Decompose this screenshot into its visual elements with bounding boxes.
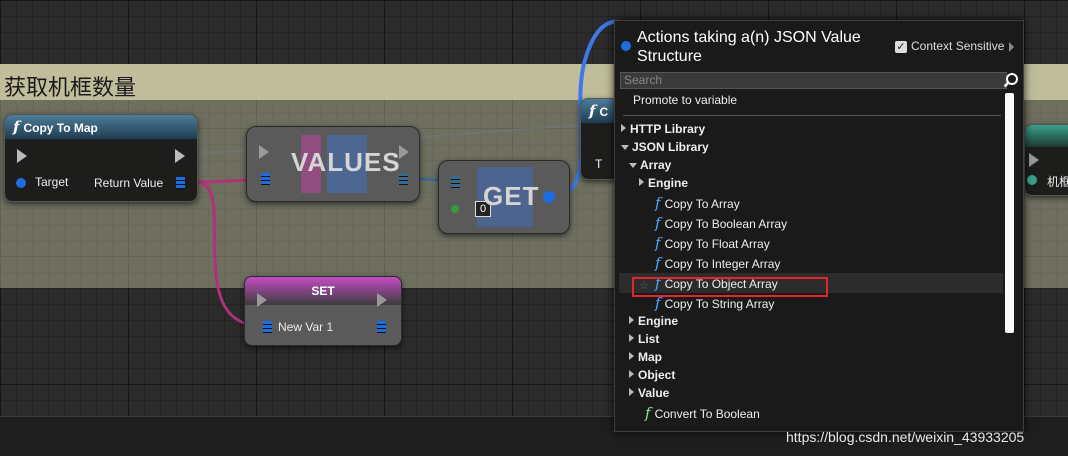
target-pin[interactable]	[16, 178, 26, 188]
function-icon: f	[589, 102, 596, 120]
tree-array[interactable]: Array	[629, 158, 671, 172]
tree-map[interactable]: Map	[629, 350, 662, 364]
function-icon: f	[655, 214, 661, 232]
tree-object[interactable]: Object	[629, 368, 675, 382]
action-menu[interactable]: Actions taking a(n) JSON Value Structure…	[614, 20, 1024, 432]
set-in-pin[interactable]	[263, 321, 272, 333]
search-icon[interactable]	[1003, 72, 1019, 88]
tree-copy-to-integer-array[interactable]: f Copy To Integer Array	[655, 254, 780, 272]
json-value-pin-icon	[621, 41, 631, 51]
tree-copy-to-boolean-array[interactable]: f Copy To Boolean Array	[655, 214, 787, 232]
get-index-pin[interactable]	[451, 205, 459, 213]
target-label: Target	[35, 175, 69, 189]
right-partial-label: 机框	[1047, 175, 1068, 189]
tree-array-engine[interactable]: Engine	[639, 176, 688, 190]
tree-json-library[interactable]: JSON Library	[621, 140, 709, 154]
expanded-arrow-icon	[621, 145, 629, 150]
collapsed-arrow-icon	[629, 316, 634, 324]
menu-separator	[623, 115, 1001, 116]
exec-in-pin[interactable]	[17, 149, 27, 163]
collapsed-arrow-icon	[629, 388, 634, 396]
tree-value[interactable]: Value	[629, 386, 669, 400]
return-value-label: Return Value	[94, 176, 164, 190]
return-value-pin[interactable]	[176, 177, 185, 189]
context-sensitive-label[interactable]: Context Sensitive	[911, 39, 1004, 53]
get-node[interactable]: 0 GET	[438, 160, 570, 234]
expanded-arrow-icon	[629, 163, 637, 168]
set-exec-out[interactable]	[377, 293, 387, 307]
copy-to-map-node[interactable]: f Copy To Map Target Return Value	[4, 114, 198, 202]
set-exec-in[interactable]	[257, 293, 267, 307]
collapsed-arrow-icon	[629, 352, 634, 360]
promote-to-variable[interactable]: Promote to variable	[633, 93, 737, 107]
tree-list[interactable]: List	[629, 332, 659, 346]
right-partial-pin[interactable]	[1027, 175, 1037, 185]
function-icon: f	[655, 194, 661, 212]
values-node[interactable]: VALUES	[246, 126, 420, 202]
tree-copy-to-float-array[interactable]: f Copy To Float Array	[655, 234, 770, 252]
set-node[interactable]: SET New Var 1	[244, 276, 402, 346]
values-title: VALUES	[291, 147, 401, 177]
menu-title: Actions taking a(n) JSON Value Structure	[637, 29, 861, 65]
function-icon: f	[13, 118, 20, 136]
tree-convert-to-boolean[interactable]: f Convert To Boolean	[645, 404, 760, 422]
collapsed-arrow-icon	[621, 124, 626, 132]
set-var-label: New Var 1	[278, 320, 334, 334]
get-title: GET	[483, 181, 540, 211]
search-input[interactable]: Search	[620, 72, 1007, 89]
tree-http-library[interactable]: HTTP Library	[621, 122, 705, 136]
blueprint-graph-canvas[interactable]: 获取机框数量 f Copy To Map Target Return Value …	[0, 0, 1068, 456]
highlight-box	[632, 277, 828, 297]
get-out-pin[interactable]	[543, 191, 555, 203]
watermark: https://blog.csdn.net/weixin_43933205	[786, 429, 1025, 445]
partial-node-pin-label: T	[595, 157, 603, 171]
get-array-pin[interactable]	[451, 176, 460, 188]
tree-engine[interactable]: Engine	[629, 314, 678, 328]
function-icon: f	[655, 234, 661, 252]
collapsed-arrow-icon	[629, 334, 634, 342]
exec-out-pin[interactable]	[175, 149, 185, 163]
tree-copy-to-array[interactable]: f Copy To Array	[655, 194, 740, 212]
function-icon: f	[645, 404, 651, 422]
collapsed-arrow-icon	[639, 178, 644, 186]
right-partial-exec[interactable]	[1029, 153, 1039, 167]
copy-to-map-header: f Copy To Map	[5, 115, 197, 139]
context-sensitive-checkbox[interactable]: ✓	[895, 41, 907, 53]
collapsed-arrow-icon	[629, 370, 634, 378]
context-sensitive-arrow-icon[interactable]	[1009, 42, 1014, 52]
right-partial-header	[1025, 125, 1068, 147]
values-exec-in[interactable]	[259, 145, 269, 159]
set-out-pin[interactable]	[377, 321, 386, 333]
values-out-pin[interactable]	[399, 173, 408, 185]
function-icon: f	[655, 254, 661, 272]
menu-scrollbar[interactable]	[1005, 93, 1014, 333]
copy-to-map-title: Copy To Map	[23, 121, 98, 135]
right-partial-node[interactable]: 机框	[1024, 124, 1068, 196]
values-in-pin[interactable]	[261, 173, 270, 185]
